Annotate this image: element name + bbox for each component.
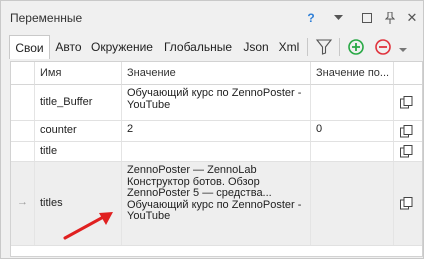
help-button[interactable]: ? [302,9,320,27]
toolbar-separator [339,38,340,56]
variable-name[interactable]: counter [35,121,122,141]
row-indicator-header [11,62,35,85]
value-line: Обучающий курс по ZennoPoster - [127,87,302,99]
maximize-button[interactable] [358,9,376,27]
variable-default-value[interactable] [311,142,394,161]
tab-bar: Свои Авто Окружение Глобальные Json Xml [1,35,423,59]
window-menu-dropdown-button[interactable] [329,9,347,27]
value-line: 2 [127,123,134,135]
chevron-down-icon [333,15,343,20]
current-row-indicator: → [17,196,28,208]
window-title: Переменные [10,11,83,25]
add-icon [348,39,364,55]
tab-xml[interactable]: Xml [275,35,303,59]
copy-icon[interactable] [400,145,413,158]
copy-icon[interactable] [400,125,413,138]
tab-json[interactable]: Json [239,35,273,59]
tab-own[interactable]: Свои [9,35,50,59]
remove-variable-button[interactable] [374,38,392,56]
variable-default-value[interactable]: 0 [311,121,394,141]
maximize-icon [362,13,372,23]
table-row[interactable]: title_Buffer Обучающий курс по ZennoPost… [11,85,422,121]
tab-environment[interactable]: Окружение [87,35,157,59]
toolbar-separator [307,38,308,56]
row-indicator: → [11,162,35,245]
variable-name[interactable]: title_Buffer [35,85,122,120]
column-header-actions [394,62,422,85]
variable-value[interactable]: ZennoPoster — ZennoLab Конструктор ботов… [122,162,311,245]
tab-global[interactable]: Глобальные [159,35,237,59]
value-line: YouTube [127,210,171,222]
variable-value[interactable] [122,142,311,161]
variable-default-value[interactable] [311,162,394,245]
filter-button[interactable] [315,38,333,56]
annotation-arrow-icon [63,212,113,240]
filter-icon [315,39,333,55]
pin-button[interactable] [381,9,399,27]
variable-default-value[interactable] [311,85,394,120]
table-row[interactable]: counter 2 0 [11,121,422,142]
toolbar-more-button[interactable] [399,41,409,52]
close-button[interactable]: ✕ [403,9,421,27]
row-indicator [11,85,35,120]
copy-icon[interactable] [400,96,413,109]
value-line: ZennoPoster 5 — средства... [127,187,272,199]
variable-name[interactable]: title [35,142,122,161]
variables-panel: Переменные ? ✕ Свои Авто Окружение Глоба… [0,0,424,259]
variable-value[interactable]: 2 [122,121,311,141]
column-header-name[interactable]: Имя [35,62,122,85]
title-bar: Переменные ? ✕ [1,1,423,35]
tab-auto[interactable]: Авто [52,35,85,59]
chevron-down-icon [399,48,407,52]
table-row[interactable]: title [11,142,422,162]
copy-icon[interactable] [400,197,413,210]
column-header-value[interactable]: Значение [122,62,311,85]
row-indicator [11,121,35,141]
variable-value[interactable]: Обучающий курс по ZennoPoster - YouTube [122,85,311,120]
value-line: ZennoPoster — ZennoLab [127,164,257,176]
pin-icon [385,12,395,24]
column-header-default-value[interactable]: Значение по... [311,62,394,85]
add-variable-button[interactable] [347,38,365,56]
row-indicator [11,142,35,161]
remove-icon [375,39,391,55]
value-line: YouTube [127,98,171,111]
